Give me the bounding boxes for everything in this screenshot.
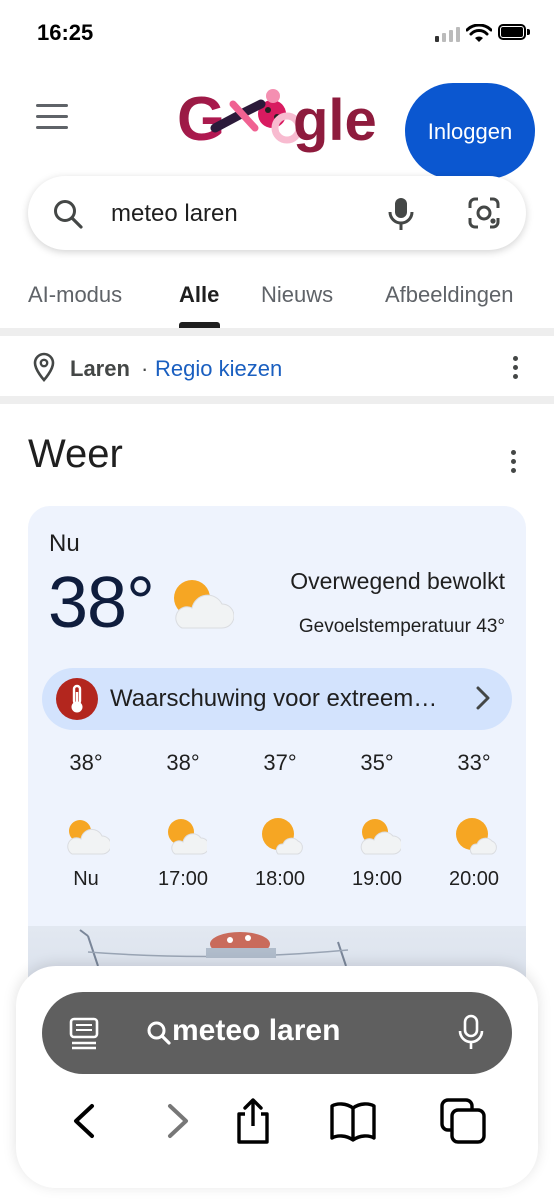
- hourly-temp: 38°: [69, 750, 103, 775]
- battery-icon: [498, 24, 530, 42]
- forward-icon[interactable]: [152, 1096, 202, 1146]
- current-temperature: 38°: [48, 563, 155, 643]
- hourly-temp: 35°: [360, 750, 394, 775]
- back-icon[interactable]: [60, 1096, 110, 1146]
- tabs-icon[interactable]: [438, 1096, 488, 1146]
- hourly-time: 18:00: [254, 868, 306, 890]
- share-icon[interactable]: [228, 1096, 278, 1146]
- divider: [0, 396, 554, 404]
- search-icon: [54, 200, 83, 229]
- hourly-time: Nu: [73, 868, 99, 890]
- partly-cloudy-icon: [168, 819, 207, 855]
- weather-more-options-icon[interactable]: [511, 450, 517, 477]
- chevron-right-icon: [476, 686, 490, 710]
- hourly-temp: 38°: [166, 750, 200, 775]
- location-separator: ·: [141, 356, 149, 381]
- weather-card[interactable]: Nu 38° Overwegend bewolkt Gevoelstempera…: [28, 506, 526, 1026]
- tab-afbeeldingen[interactable]: Afbeeldingen: [385, 282, 513, 308]
- divider: [0, 328, 554, 336]
- location-more-options-icon[interactable]: [513, 356, 519, 383]
- now-label: Nu: [49, 530, 80, 557]
- address-text[interactable]: meteo laren: [172, 1014, 340, 1048]
- hourly-forecast-item[interactable]: 33° 20:00: [426, 750, 522, 891]
- login-button[interactable]: Inloggen: [405, 83, 535, 179]
- google-lens-icon[interactable]: [466, 196, 502, 230]
- google-doodle-logo[interactable]: G gle: [175, 84, 385, 154]
- status-time: 16:25: [37, 20, 94, 45]
- tab-ai-modus[interactable]: AI-modus: [28, 282, 122, 308]
- weather-condition: Overwegend bewolkt: [290, 568, 505, 594]
- thermometer-icon: [56, 678, 98, 720]
- mostly-sunny-icon: [262, 818, 303, 855]
- svg-text:G: G: [177, 85, 225, 154]
- partly-cloudy-icon: [360, 819, 401, 855]
- hourly-time: 19:00: [351, 868, 403, 890]
- browser-toolbar: meteo laren: [16, 966, 538, 1188]
- search-box[interactable]: meteo laren: [28, 176, 526, 250]
- hamburger-menu-icon[interactable]: [34, 104, 70, 132]
- hourly-forecast-item[interactable]: 38° 17:00: [135, 750, 231, 891]
- extreme-heat-warning[interactable]: Waarschuwing voor extreem…: [42, 668, 512, 730]
- microphone-icon[interactable]: [386, 196, 416, 232]
- hourly-time: 20:00: [448, 868, 500, 890]
- hourly-time: 17:00: [157, 868, 209, 890]
- warning-text: Waarschuwing voor extreem…: [110, 685, 438, 712]
- hourly-forecast-item[interactable]: 35° 19:00: [329, 750, 425, 891]
- weather-section-title: Weer: [28, 432, 123, 476]
- address-bar[interactable]: meteo laren: [42, 992, 512, 1074]
- microphone-icon[interactable]: [456, 1014, 486, 1052]
- hourly-temp: 33°: [457, 750, 491, 775]
- hourly-forecast-item[interactable]: 37° 18:00: [232, 750, 328, 891]
- location-row: Laren · Regio kiezen: [0, 336, 554, 396]
- partly-cloudy-icon: [67, 820, 110, 855]
- reader-tabs-icon[interactable]: [68, 1016, 100, 1050]
- location-pin-icon: [33, 352, 55, 382]
- hourly-forecast-item[interactable]: 38° Nu: [38, 750, 134, 891]
- change-region-link[interactable]: Regio kiezen: [155, 356, 282, 382]
- svg-text:gle: gle: [293, 88, 377, 153]
- bookmarks-icon[interactable]: [328, 1096, 378, 1146]
- search-icon: [147, 1021, 171, 1045]
- hourly-temp: 37°: [263, 750, 297, 775]
- cellular-signal-icon: [435, 26, 461, 42]
- tab-alle[interactable]: Alle: [179, 282, 219, 308]
- tab-nieuws[interactable]: Nieuws: [261, 282, 333, 308]
- search-input[interactable]: meteo laren: [111, 200, 238, 228]
- feels-like-temperature: Gevoelstemperatuur 43°: [298, 616, 505, 637]
- wifi-icon: [466, 24, 492, 42]
- mostly-sunny-icon: [456, 818, 497, 855]
- partly-cloudy-icon: [174, 580, 234, 629]
- location-city: Laren: [70, 356, 130, 381]
